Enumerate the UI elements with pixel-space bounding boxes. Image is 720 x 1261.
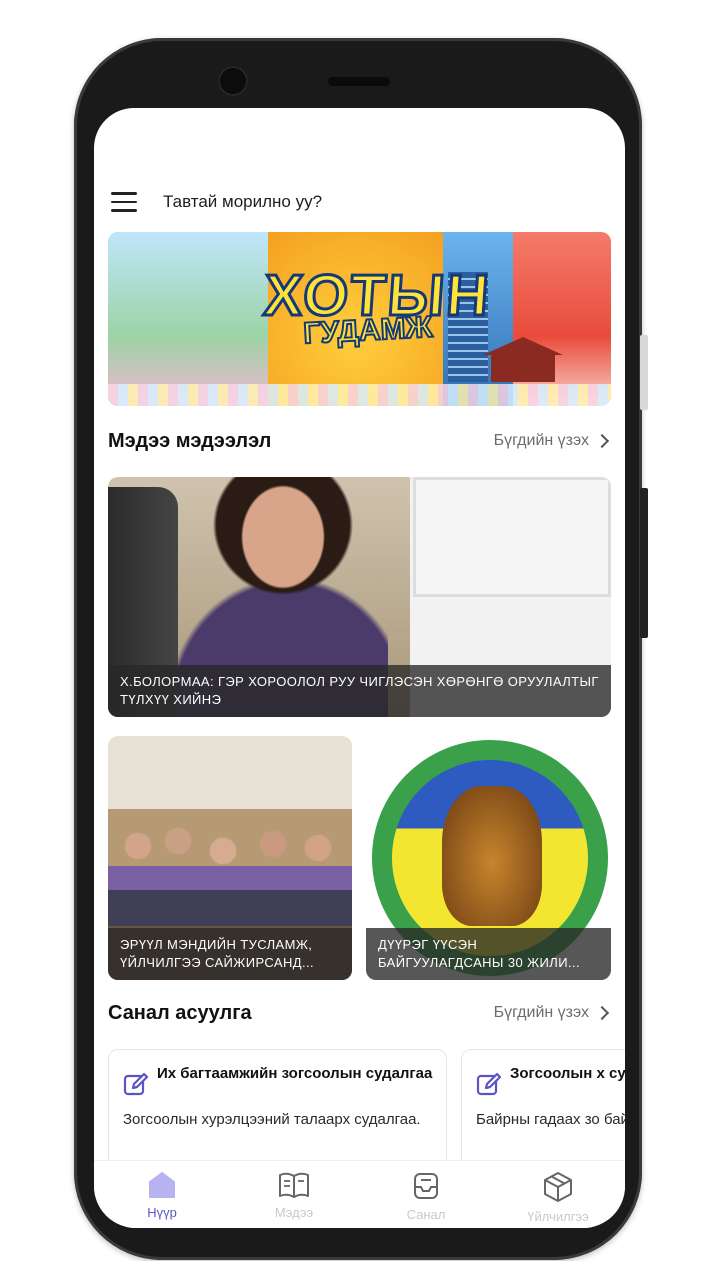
news-caption: ЭРҮҮЛ МЭНДИЙН ТУСЛАМЖ, ҮЙЛЧИЛГЭЭ САЙЖИРС…	[108, 928, 352, 980]
survey-section-header: Санал асуулга Бүгдийн үзэх	[108, 1000, 611, 1028]
survey-description: Байрны гадаах зо байгаа тул.	[476, 1111, 625, 1128]
survey-section-title: Санал асуулга	[108, 1002, 252, 1024]
front-camera	[218, 66, 248, 96]
top-bar: Тавтай морилно уу?	[94, 186, 625, 218]
nav-tab-home[interactable]: Нүүр	[96, 1171, 228, 1227]
survey-title: Их багтаамжийн зогсоолын судалгаа	[157, 1065, 433, 1082]
survey-card[interactable]: Их багтаамжийн зогсоолын судалгаа Зогсоо…	[108, 1049, 447, 1169]
nav-tab-feedback[interactable]: Санал	[360, 1171, 492, 1227]
nav-label: Санал	[406, 1207, 446, 1222]
news-caption: Х.БОЛОРМАА: ГЭР ХОРООЛОЛ РУУ ЧИГЛЭСЭН ХӨ…	[108, 665, 611, 717]
page-title: Тавтай морилно уу?	[163, 192, 323, 211]
nav-label: Үйлчилгээ	[527, 1209, 589, 1224]
news-caption: ДҮҮРЭГ ҮҮСЭН БАЙГУУЛАГДСАНЫ 30 ЖИЛИ...	[366, 928, 611, 980]
survey-title: Зогсоолын х судалгаа	[510, 1065, 625, 1082]
chevron-right-icon	[594, 1005, 610, 1021]
nav-tab-services[interactable]: Үйлчилгээ	[492, 1171, 624, 1227]
nav-label: Нүүр	[147, 1205, 177, 1220]
survey-see-all-label: Бүгдийн үзэх	[493, 1004, 589, 1021]
news-see-all-label: Бүгдийн үзэх	[493, 432, 589, 449]
bottom-navigation: Нүүр Мэдээ Санал Үйлчилгээ	[94, 1160, 625, 1228]
survey-see-all-link[interactable]: Бүгдийн үзэх	[494, 1004, 611, 1022]
news-section-title: Мэдээ мэдээлэл	[108, 430, 272, 452]
banner-decor-strip	[108, 384, 611, 406]
nav-label: Мэдээ	[274, 1205, 314, 1220]
edit-icon	[476, 1072, 502, 1096]
photo-whiteboard	[413, 477, 611, 597]
chevron-right-icon	[594, 433, 610, 449]
home-icon	[149, 1172, 175, 1198]
district-emblem-core	[442, 786, 542, 926]
banner-illustration-left	[108, 232, 268, 406]
nav-tab-news[interactable]: Мэдээ	[228, 1171, 360, 1227]
news-section-header: Мэдээ мэдээлэл Бүгдийн үзэх	[108, 428, 611, 456]
earpiece-speaker	[328, 77, 390, 86]
news-see-all-link[interactable]: Бүгдийн үзэх	[494, 432, 611, 450]
box-icon	[544, 1172, 572, 1202]
inbox-icon	[414, 1173, 438, 1199]
edit-icon	[123, 1072, 149, 1096]
hero-banner[interactable]: ХОТЫН ГУДАМЖ	[108, 232, 611, 406]
app-screen: Тавтай морилно уу? ХОТЫН ГУДАМЖ Мэдээ мэ…	[94, 108, 625, 1228]
photo-audience	[108, 806, 352, 926]
survey-card[interactable]: Зогсоолын х судалгаа Байрны гадаах зо ба…	[461, 1049, 625, 1169]
book-icon	[279, 1172, 309, 1198]
power-button	[640, 335, 648, 410]
survey-description: Зогсоолын хурэлцээний талаарх судалгаа.	[123, 1111, 421, 1128]
menu-icon[interactable]	[111, 192, 137, 212]
volume-button	[640, 488, 648, 638]
news-card[interactable]: ДҮҮРЭГ ҮҮСЭН БАЙГУУЛАГДСАНЫ 30 ЖИЛИ...	[366, 736, 611, 980]
news-card[interactable]: ЭРҮҮЛ МЭНДИЙН ТУСЛАМЖ, ҮЙЛЧИЛГЭЭ САЙЖИРС…	[108, 736, 352, 980]
news-card-featured[interactable]: Х.БОЛОРМАА: ГЭР ХОРООЛОЛ РУУ ЧИГЛЭСЭН ХӨ…	[108, 477, 611, 717]
